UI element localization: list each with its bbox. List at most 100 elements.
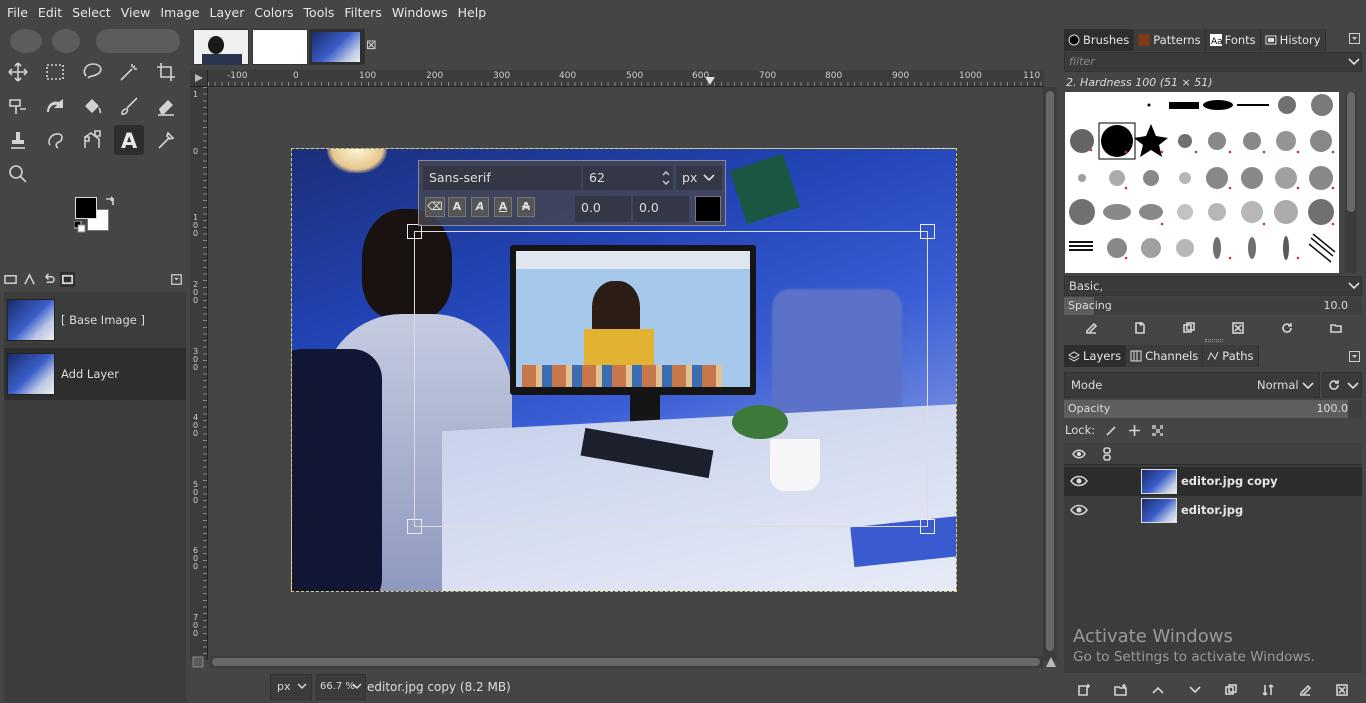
rect-select-tool-icon[interactable] <box>40 57 70 87</box>
duplicate-brush-icon[interactable] <box>1182 321 1196 335</box>
menu-view[interactable]: View <box>116 0 156 25</box>
menu-colors[interactable]: Colors <box>249 0 298 25</box>
menu-image[interactable]: Image <box>155 0 204 25</box>
text-box-handle[interactable] <box>407 519 422 534</box>
tab-layers[interactable]: Layers <box>1064 345 1127 367</box>
brush-grid[interactable] <box>1065 92 1339 273</box>
horizontal-scrollbar[interactable] <box>210 656 1043 668</box>
menu-select[interactable]: Select <box>67 0 116 25</box>
spacing-slider[interactable]: Spacing 10.0 <box>1064 297 1362 315</box>
swap-colors-icon[interactable] <box>104 195 116 207</box>
font-size-field[interactable]: 62 <box>583 166 673 190</box>
image-tab-portrait[interactable] <box>193 29 249 65</box>
text-box-frame[interactable] <box>407 224 935 534</box>
history-item[interactable]: [ Base Image ] <box>4 294 186 346</box>
brush-set-select[interactable]: Basic, <box>1064 276 1362 296</box>
paintbrush-tool-icon[interactable] <box>114 91 144 121</box>
open-brush-folder-icon[interactable] <box>1329 321 1343 335</box>
free-select-tool-icon[interactable] <box>77 57 107 87</box>
vertical-scrollbar[interactable] <box>1043 87 1057 660</box>
lock-alpha-icon[interactable] <box>1151 424 1164 437</box>
smudge-tool-icon[interactable] <box>40 125 70 155</box>
zoom-select[interactable]: 66.7 % <box>316 674 366 700</box>
bold-button[interactable]: A <box>448 197 466 217</box>
new-layer-icon[interactable] <box>1077 683 1091 697</box>
brush-filter-input[interactable]: filter <box>1064 52 1362 72</box>
menu-edit[interactable]: Edit <box>33 0 67 25</box>
italic-button[interactable]: A <box>471 197 489 217</box>
refresh-brushes-icon[interactable] <box>1280 321 1294 335</box>
new-layer-group-icon[interactable] <box>1114 683 1128 697</box>
tab-fonts[interactable]: Aa Fonts <box>1205 29 1261 51</box>
tab-brushes[interactable]: Brushes <box>1064 29 1135 51</box>
text-box-handle[interactable] <box>920 224 935 239</box>
font-field[interactable]: Sans-serif <box>423 166 581 190</box>
underline-button[interactable]: A <box>494 197 512 217</box>
dock-separator-grip[interactable] <box>1205 339 1223 342</box>
baseline-field[interactable]: 0.0 <box>575 196 631 222</box>
foreground-color-swatch[interactable] <box>75 197 97 219</box>
delete-layer-icon[interactable] <box>1335 683 1349 697</box>
text-box-handle[interactable] <box>920 519 935 534</box>
composite-mode-select[interactable] <box>1322 372 1362 398</box>
image-tab-editor[interactable] <box>309 29 365 65</box>
fuzzy-select-tool-icon[interactable] <box>114 57 144 87</box>
text-tool-icon[interactable]: A <box>114 125 144 155</box>
merge-layer-icon[interactable] <box>1261 683 1275 697</box>
menu-tools[interactable]: Tools <box>299 0 340 25</box>
undo-history-tab-icon[interactable] <box>41 272 56 287</box>
clear-style-button[interactable]: ⌫ <box>425 197 445 217</box>
images-tab-icon[interactable] <box>60 271 75 287</box>
font-size-spin-icon[interactable] <box>661 168 671 188</box>
delete-brush-icon[interactable] <box>1231 321 1245 335</box>
bucket-fill-tool-icon[interactable] <box>77 91 107 121</box>
color-picker-tool-icon[interactable] <box>151 125 181 155</box>
move-tool-icon[interactable] <box>3 57 33 87</box>
clone-tool-icon[interactable] <box>3 125 33 155</box>
close-tab-icon[interactable]: ⊠ <box>366 38 377 53</box>
paths-tool-icon[interactable] <box>77 125 107 155</box>
edit-brush-icon[interactable] <box>1084 321 1098 335</box>
eye-icon[interactable] <box>1070 503 1088 517</box>
unit-select[interactable]: px <box>270 674 312 700</box>
tab-channels[interactable]: Channels <box>1126 345 1204 367</box>
menu-layer[interactable]: Layer <box>205 0 250 25</box>
zoom-resize-toggle-icon[interactable] <box>1045 656 1057 668</box>
navigate-icon[interactable] <box>192 656 204 668</box>
crop-tool-icon[interactable] <box>151 57 181 87</box>
history-item-selected[interactable]: Add Layer <box>4 348 186 400</box>
tab-patterns[interactable]: Patterns <box>1134 29 1206 51</box>
brush-grid-scrollbar[interactable] <box>1345 92 1357 273</box>
warp-transform-tool-icon[interactable] <box>40 91 70 121</box>
opacity-slider[interactable]: Opacity 100.0 <box>1064 400 1362 418</box>
layer-mode-select[interactable]: Mode Normal <box>1064 372 1320 398</box>
text-box-handle[interactable] <box>407 224 422 239</box>
lock-position-icon[interactable] <box>1128 424 1141 437</box>
layer-mask-icon[interactable] <box>1298 683 1312 697</box>
left-dock-menu-icon[interactable] <box>169 272 184 287</box>
strikethrough-button[interactable]: A <box>517 197 535 217</box>
menu-filters[interactable]: Filters <box>339 0 386 25</box>
unified-transform-tool-icon[interactable] <box>3 91 33 121</box>
duplicate-layer-icon[interactable] <box>1224 683 1238 697</box>
menu-help[interactable]: Help <box>453 0 492 25</box>
menu-windows[interactable]: Windows <box>387 0 453 25</box>
tab-paths[interactable]: Paths <box>1203 345 1259 367</box>
device-status-tab-icon[interactable] <box>22 272 37 287</box>
menu-file[interactable]: File <box>2 0 33 25</box>
zoom-tool-icon[interactable] <box>3 159 33 189</box>
quick-mask-toggle-icon[interactable] <box>190 70 208 87</box>
new-brush-icon[interactable] <box>1133 321 1147 335</box>
font-unit-select[interactable]: px <box>676 166 722 190</box>
fg-bg-color-selector[interactable] <box>72 195 118 235</box>
dock-menu-icon[interactable] <box>1349 33 1360 44</box>
raise-layer-icon[interactable] <box>1151 683 1165 697</box>
eye-icon[interactable] <box>1070 474 1088 488</box>
layer-row[interactable]: editor.jpg <box>1064 496 1362 525</box>
lock-pixels-icon[interactable] <box>1105 424 1118 437</box>
tab-history[interactable]: History <box>1260 29 1326 51</box>
layer-row[interactable]: editor.jpg copy <box>1064 467 1362 496</box>
kerning-field[interactable]: 0.0 <box>633 196 689 222</box>
default-colors-icon[interactable] <box>74 221 86 233</box>
dock-menu-icon[interactable] <box>1349 351 1360 362</box>
